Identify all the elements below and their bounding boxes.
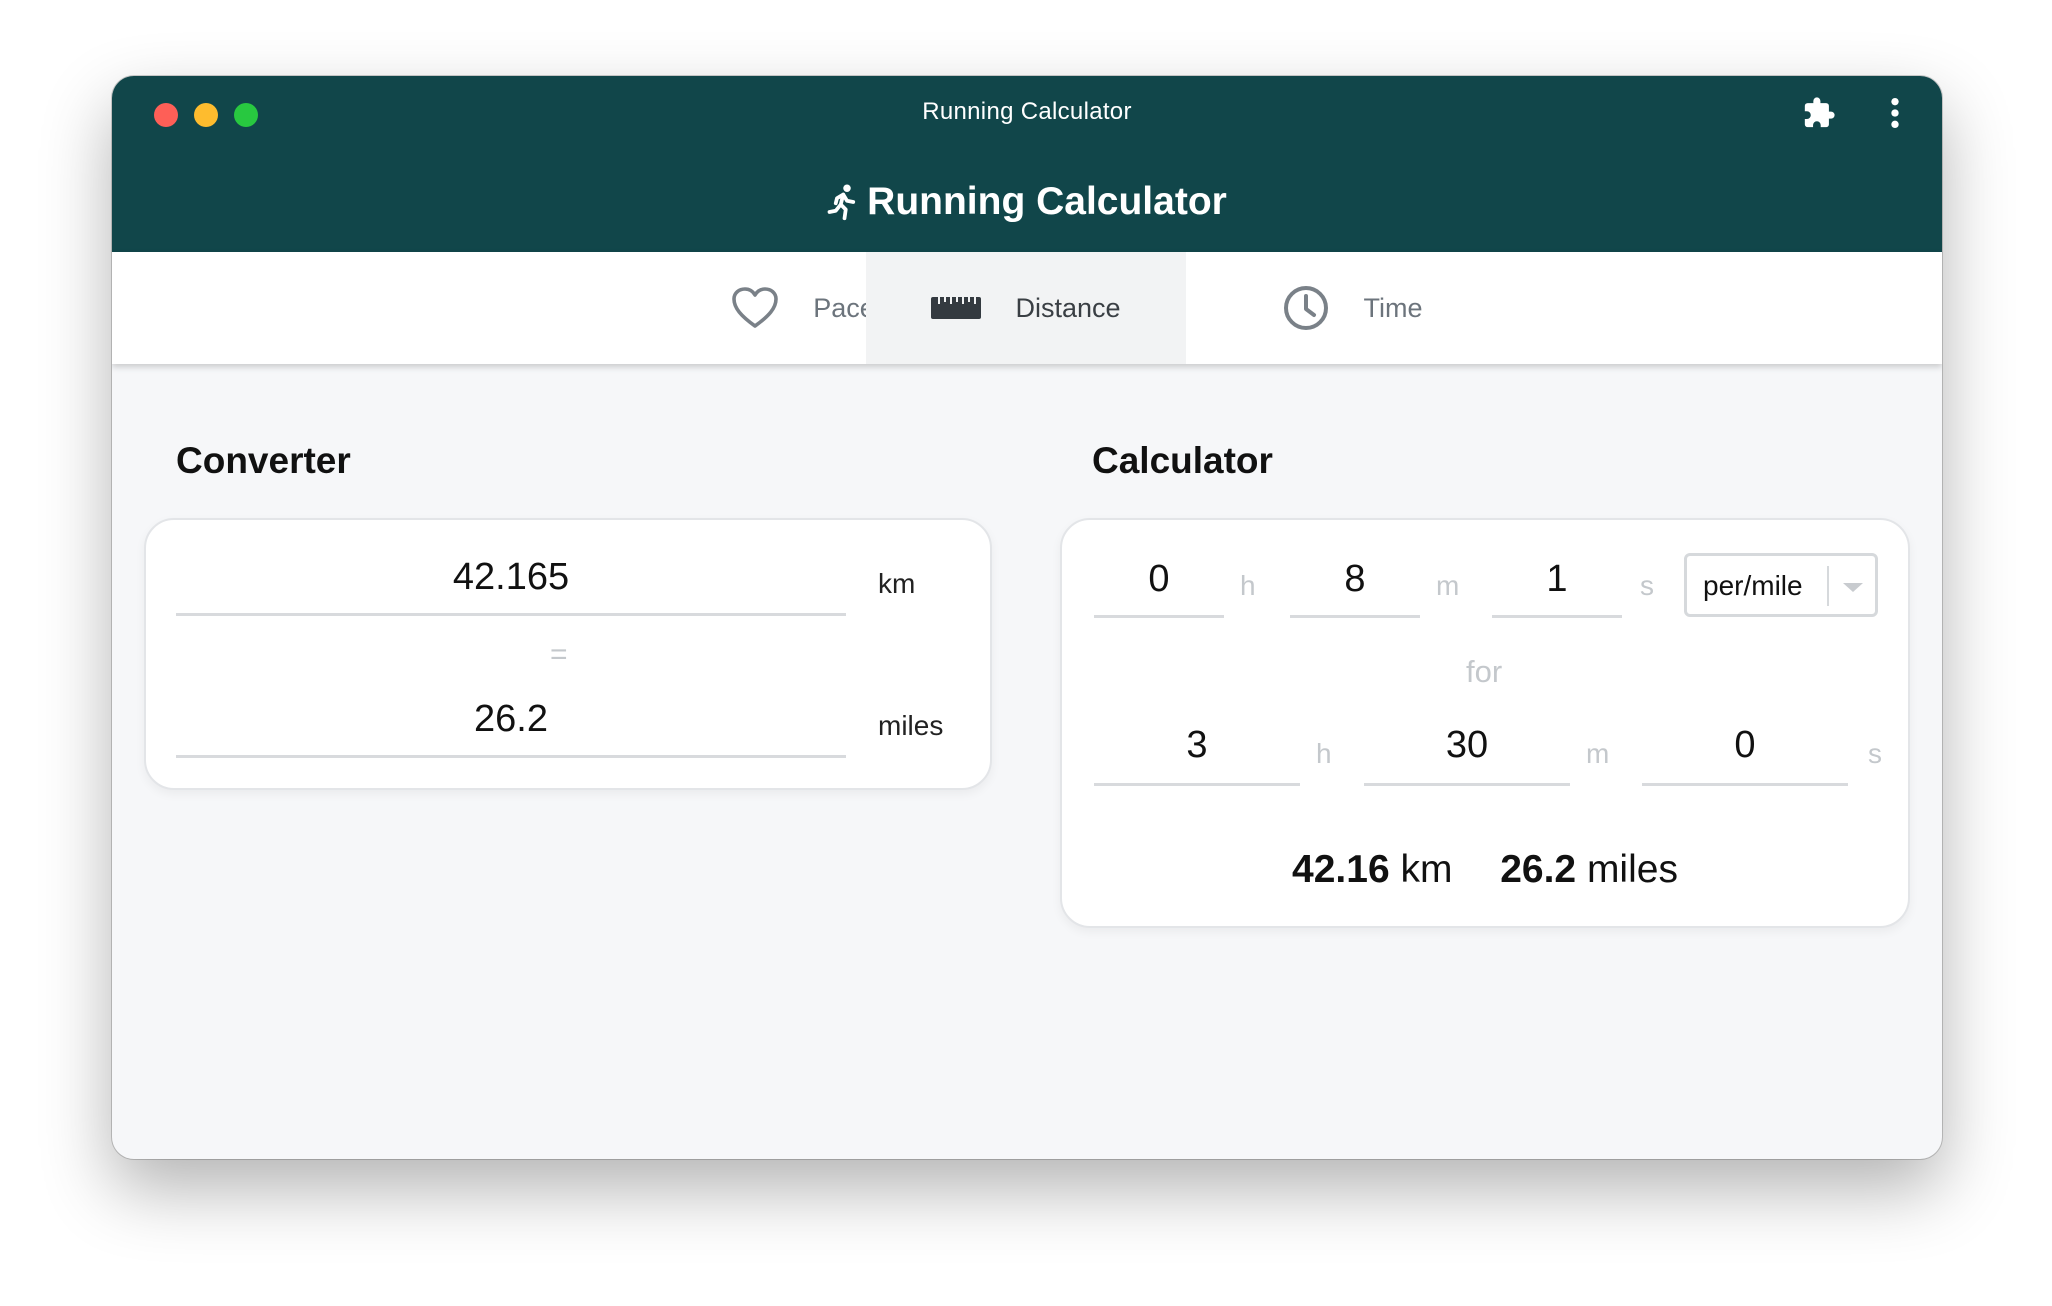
pace-seconds-unit: s bbox=[1640, 570, 1654, 601]
pace-unit-value: per/mile bbox=[1703, 570, 1803, 601]
duration-seconds-input[interactable]: 0 bbox=[1642, 724, 1848, 786]
select-divider bbox=[1827, 566, 1829, 606]
app-window: Running Calculator Running Calculator Pa… bbox=[112, 76, 1942, 1159]
tab-bar: Pace Distance Time bbox=[112, 252, 1942, 364]
duration-seconds-unit: s bbox=[1868, 738, 1882, 769]
calculator-title: Calculator bbox=[1092, 440, 1273, 481]
equals-sign: = bbox=[550, 638, 568, 671]
pace-minutes-input[interactable]: 8 bbox=[1290, 558, 1420, 618]
result-km-unit: km bbox=[1400, 848, 1453, 891]
calculator-card: 0 h 8 m 1 s per/mile for 3 h 30 m 0 s 42… bbox=[1060, 518, 1910, 928]
converter-card: 42.165 km = 26.2 miles bbox=[144, 518, 992, 790]
duration-hours-input[interactable]: 3 bbox=[1094, 724, 1300, 786]
duration-hours-unit: h bbox=[1316, 738, 1332, 769]
puzzle-piece-icon[interactable] bbox=[1802, 96, 1836, 130]
clock-icon bbox=[1283, 286, 1328, 330]
tab-time-label: Time bbox=[1363, 292, 1423, 323]
for-label: for bbox=[1466, 654, 1503, 689]
app-header: Running Calculator bbox=[112, 180, 1942, 224]
converter-title: Converter bbox=[176, 440, 351, 481]
km-unit-label: km bbox=[878, 568, 916, 599]
miles-unit-label: miles bbox=[878, 710, 944, 741]
ruler-icon bbox=[931, 297, 982, 319]
tab-distance[interactable]: Distance bbox=[866, 252, 1186, 364]
title-bar: Running Calculator Running Calculator bbox=[112, 76, 1942, 252]
result-km-value: 42.16 bbox=[1292, 848, 1390, 891]
result-miles-unit: miles bbox=[1586, 848, 1678, 891]
duration-minutes-unit: m bbox=[1586, 738, 1610, 769]
pace-seconds-input[interactable]: 1 bbox=[1492, 558, 1622, 618]
vertical-ellipsis-icon[interactable] bbox=[1886, 96, 1904, 130]
pace-minutes-unit: m bbox=[1436, 570, 1460, 601]
result-miles-value: 26.2 bbox=[1500, 848, 1577, 891]
heart-icon bbox=[732, 287, 779, 328]
window-title: Running Calculator bbox=[922, 98, 1132, 125]
pace-hours-input[interactable]: 0 bbox=[1094, 558, 1224, 618]
pace-unit-select[interactable]: per/mile bbox=[1684, 553, 1878, 617]
tab-time[interactable]: Time bbox=[1186, 252, 1518, 364]
pace-hours-unit: h bbox=[1240, 570, 1256, 601]
distance-result: 42.16 km 26.2 miles bbox=[1062, 848, 1908, 892]
km-input[interactable]: 42.165 bbox=[176, 556, 846, 616]
miles-input[interactable]: 26.2 bbox=[176, 698, 846, 758]
running-person-icon bbox=[827, 184, 856, 221]
tab-distance-label: Distance bbox=[1015, 292, 1121, 323]
duration-minutes-input[interactable]: 30 bbox=[1364, 724, 1570, 786]
app-title: Running Calculator bbox=[867, 180, 1227, 223]
chevron-down-icon bbox=[1843, 583, 1863, 592]
